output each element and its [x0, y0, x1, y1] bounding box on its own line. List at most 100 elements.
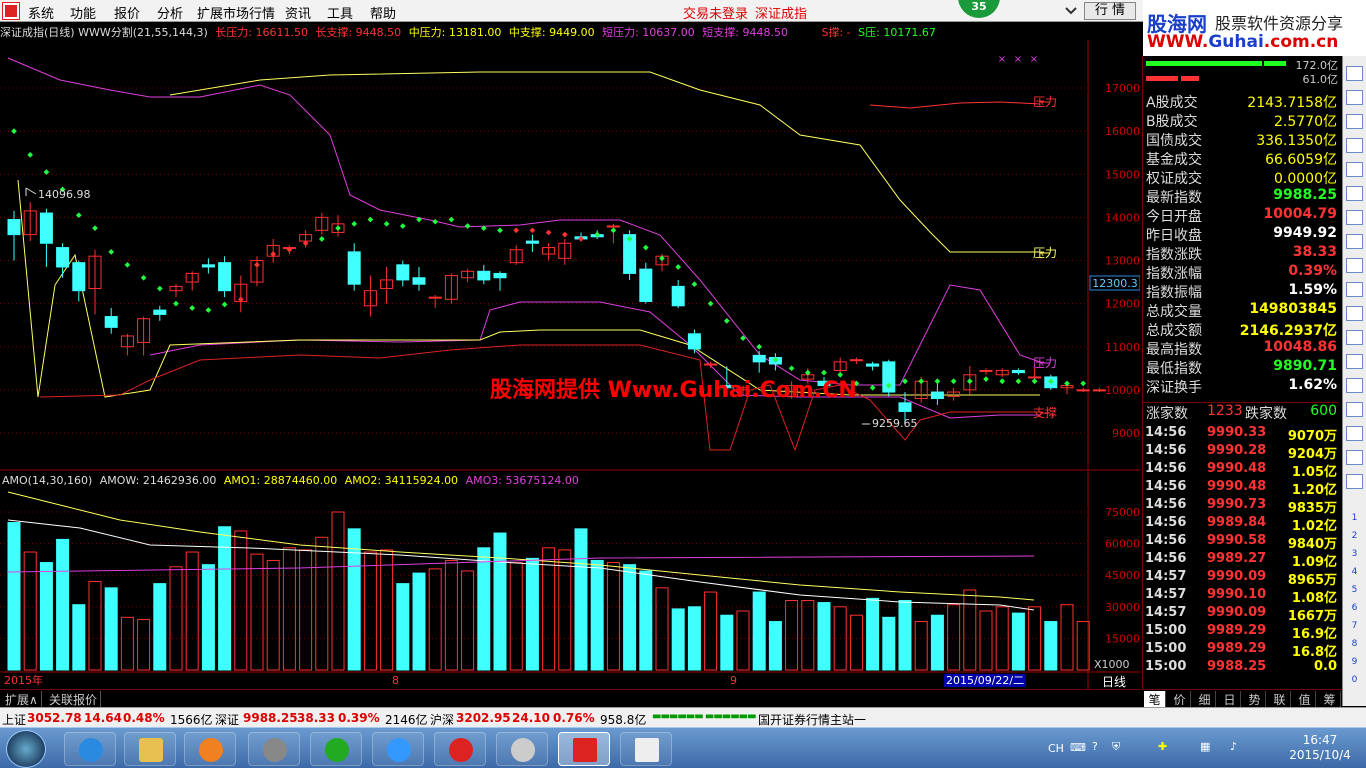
stat-label: 权证成交 [1146, 171, 1202, 187]
volume-bar [88, 581, 102, 671]
menu-ext-market[interactable]: 扩展市场行情 [197, 3, 275, 22]
taskbar-video-icon[interactable] [434, 732, 486, 766]
server-name[interactable]: 国开证券行情主站一 [758, 711, 866, 728]
right-tab[interactable]: 联 [1269, 691, 1291, 708]
tab-related-quote[interactable]: 关联报价 [46, 691, 102, 708]
current-price-label: 12300.3 [1092, 277, 1138, 290]
side-tool-button[interactable] [1346, 90, 1363, 105]
side-number[interactable]: 2 [1346, 530, 1363, 545]
taskbar-media-icon[interactable] [184, 732, 236, 766]
trade-login-status[interactable]: 交易未登录 [683, 3, 748, 22]
menu-analysis[interactable]: 分析 [157, 3, 183, 22]
side-tool-button[interactable] [1346, 378, 1363, 393]
taskbar-browser-icon[interactable] [372, 732, 424, 766]
right-tab[interactable]: 筹 [1319, 691, 1341, 708]
network-icon[interactable]: ▦ [1200, 740, 1210, 753]
side-tool-button[interactable] [1346, 210, 1363, 225]
volume-bar [623, 564, 637, 671]
side-tool-button[interactable] [1346, 114, 1363, 129]
trade-volume: 1.20亿 [1291, 483, 1337, 498]
side-tool-button[interactable] [1346, 306, 1363, 321]
trend-dot [497, 227, 503, 234]
side-tool-button[interactable] [1346, 450, 1363, 465]
side-number[interactable]: 7 [1346, 620, 1363, 635]
stat-value: 2143.7158亿 [1247, 95, 1337, 111]
quote-button[interactable]: 行 情 [1084, 2, 1136, 20]
volume-bar [801, 599, 815, 671]
volume-bar [509, 562, 523, 671]
side-tool-button[interactable] [1346, 66, 1363, 81]
side-number[interactable]: 6 [1346, 602, 1363, 617]
stat-value: 38.33 [1292, 244, 1337, 260]
candle-up [1028, 376, 1042, 379]
candle-down [687, 333, 701, 350]
right-tab[interactable]: 势 [1244, 691, 1266, 708]
right-tab[interactable]: 笔 [1144, 691, 1166, 708]
side-tool-button[interactable] [1346, 162, 1363, 177]
right-tab[interactable]: 细 [1194, 691, 1216, 708]
side-tool-button[interactable] [1346, 402, 1363, 417]
side-number[interactable]: 8 [1346, 638, 1363, 653]
trade-volume: 16.9亿 [1291, 627, 1337, 642]
menu-news[interactable]: 资讯 [285, 3, 311, 22]
side-number[interactable]: 9 [1346, 656, 1363, 671]
side-number[interactable]: 4 [1346, 566, 1363, 581]
start-button[interactable] [6, 730, 46, 768]
taskbar-film-icon[interactable] [248, 732, 300, 766]
side-tool-button[interactable] [1346, 258, 1363, 273]
trade-price: 9990.28 [1207, 443, 1267, 458]
menu-function[interactable]: 功能 [70, 3, 96, 22]
taskbar-player-icon[interactable] [310, 732, 362, 766]
trade-volume: 8965万 [1287, 573, 1337, 588]
side-tool-button[interactable] [1346, 474, 1363, 489]
menu-arrow-icon[interactable] [1063, 3, 1081, 19]
side-tool-button[interactable] [1346, 138, 1363, 153]
trade-time: 14:56 [1145, 551, 1187, 566]
side-tool-button[interactable] [1346, 186, 1363, 201]
shield-icon[interactable]: ⛨ [1112, 740, 1120, 754]
windows-taskbar: CH ⌨ ? ⛨ ✚ ▦ ♪ 16:47 2015/10/4 [0, 727, 1366, 768]
y-tick-label: 10000 [1105, 384, 1140, 397]
taskbar-clock[interactable]: 16:47 2015/10/4 [1280, 733, 1360, 763]
side-tool-button[interactable] [1346, 426, 1363, 441]
taskbar-chat-icon[interactable] [496, 732, 548, 766]
volume-bar [282, 547, 296, 671]
side-tool-button[interactable] [1346, 282, 1363, 297]
volume-icon[interactable]: ♪ [1230, 740, 1237, 753]
side-number[interactable]: 3 [1346, 548, 1363, 563]
side-tool-button[interactable] [1346, 234, 1363, 249]
marker-x: × [998, 54, 1006, 65]
right-tab[interactable]: 价 [1169, 691, 1191, 708]
taskbar-stock-app-icon[interactable] [558, 732, 610, 766]
side-number[interactable]: 5 [1346, 584, 1363, 599]
volume-bar [639, 570, 653, 671]
menu-help[interactable]: 帮助 [370, 3, 396, 22]
stat-row: 指数涨幅 0.39% [1143, 263, 1339, 282]
taskbar-explorer-icon[interactable] [124, 732, 176, 766]
taskbar-ie-icon[interactable] [64, 732, 116, 766]
short-press: 短压力: 10637.00 [602, 26, 695, 39]
side-tool-button[interactable] [1346, 330, 1363, 345]
right-tab[interactable]: 日 [1219, 691, 1241, 708]
y-tick-label: 9000 [1112, 427, 1140, 440]
menu-tools[interactable]: 工具 [327, 3, 353, 22]
keyboard-icon[interactable]: ⌨ [1070, 741, 1086, 754]
taskbar-editor-icon[interactable] [620, 732, 672, 766]
side-number[interactable]: 1 [1346, 512, 1363, 527]
right-tabs: 笔价细日势联值筹 [1142, 689, 1342, 708]
menu-quote[interactable]: 报价 [114, 3, 140, 22]
menu-system[interactable]: 系统 [28, 3, 54, 22]
candle-down [1011, 369, 1025, 374]
right-tab[interactable]: 值 [1294, 691, 1316, 708]
notification-badge[interactable]: 35 [958, 0, 1000, 18]
help-icon[interactable]: ? [1092, 740, 1098, 753]
side-number[interactable]: 0 [1346, 674, 1363, 689]
side-tool-button[interactable] [1346, 354, 1363, 369]
stat-value: 9988.25 [1273, 187, 1337, 203]
plus-icon[interactable]: ✚ [1158, 740, 1167, 753]
volume-bar [412, 572, 426, 671]
input-language[interactable]: CH [1048, 742, 1064, 755]
clock-time: 16:47 [1302, 733, 1338, 747]
tab-extend[interactable]: 扩展∧ [2, 691, 42, 708]
price-chart[interactable]: 17000 16000 15000 14000 13000 12000 11000 10000… [0, 40, 1140, 690]
